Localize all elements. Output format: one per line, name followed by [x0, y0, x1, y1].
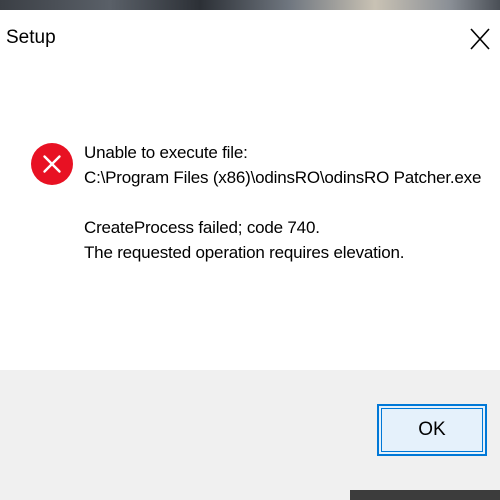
close-icon — [469, 27, 491, 51]
ok-button-label: OK — [418, 419, 446, 440]
button-bar: OK — [0, 370, 500, 488]
close-button[interactable] — [460, 18, 500, 60]
desktop-background — [0, 0, 500, 10]
title-bar[interactable]: Setup — [0, 10, 500, 68]
message-line-3: CreateProcess failed; code 740. — [84, 218, 320, 237]
message-file-path: C:\Program Files (x86)\odinsRO\odinsRO P… — [84, 168, 482, 187]
ok-button[interactable]: OK — [377, 404, 487, 456]
bottom-edge — [0, 488, 500, 500]
message-line-4: The requested operation requires elevati… — [84, 243, 405, 262]
message-line-1: Unable to execute file: — [84, 143, 248, 162]
error-message: Unable to execute file: C:\Program Files… — [84, 140, 489, 265]
taskbar-fragment — [350, 490, 500, 500]
window-title: Setup — [6, 27, 56, 48]
setup-dialog: Setup Unable to execute file: C:\Program… — [0, 10, 500, 500]
error-icon — [30, 142, 74, 186]
message-gap — [84, 190, 489, 215]
dialog-content: Unable to execute file: C:\Program Files… — [0, 68, 500, 370]
